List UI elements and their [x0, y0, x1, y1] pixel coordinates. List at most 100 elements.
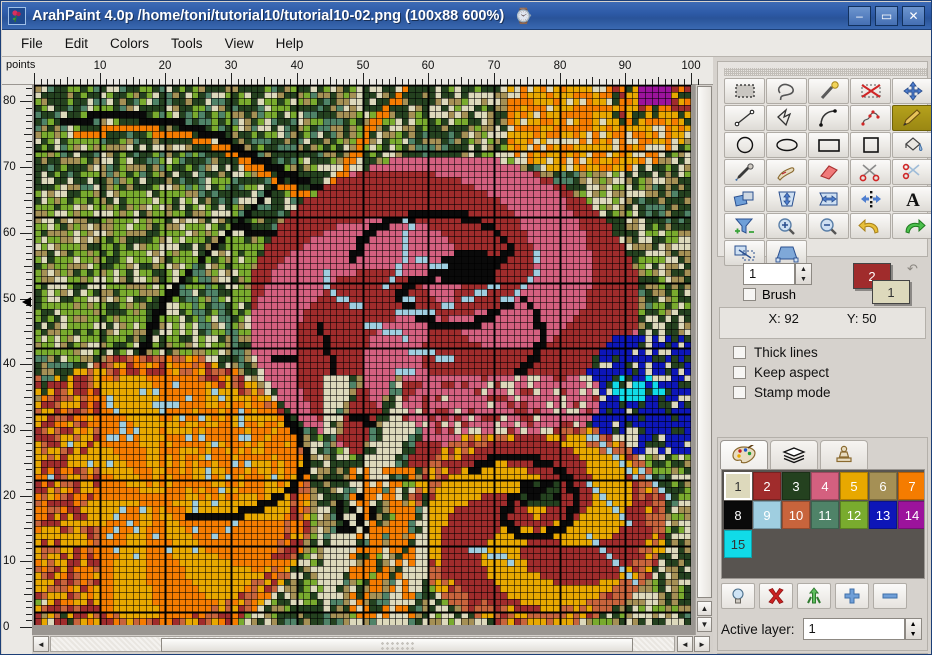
scroll-down-arrow[interactable]: ▼: [697, 617, 712, 632]
vertical-ruler[interactable]: 0 10 20 30 40 50 60 70 80: [2, 85, 32, 654]
color-swatch-6[interactable]: 6: [869, 472, 897, 500]
color-swatch-2[interactable]: 2: [753, 472, 781, 500]
color-swatch-1[interactable]: 1: [724, 472, 752, 500]
text-tool[interactable]: A: [892, 186, 931, 212]
rectangle-select-tool[interactable]: [724, 78, 765, 104]
ellipse-outline-icon: [774, 135, 800, 155]
cut-red-tool[interactable]: [892, 159, 931, 185]
menu-item-view[interactable]: View: [214, 33, 265, 54]
horizontal-scrollbar-track[interactable]: [50, 636, 675, 652]
scroll-right-arrow-b[interactable]: ►: [694, 636, 710, 652]
lasso-select-tool[interactable]: [766, 78, 807, 104]
undo-tool[interactable]: [850, 213, 891, 239]
option-stamp-mode[interactable]: Stamp mode: [733, 385, 928, 400]
color-swatch-8[interactable]: 8: [724, 501, 752, 529]
square-tool[interactable]: [850, 132, 891, 158]
horizontal-scrollbar[interactable]: ◄ ◄ ►: [32, 635, 713, 654]
horizontal-ruler[interactable]: points 10 20 30 40 50 60 70 80 90 100: [2, 57, 713, 85]
color-swatch-10[interactable]: 10: [782, 501, 810, 529]
flip-horizontal-tool[interactable]: [808, 186, 849, 212]
merge-colors-button[interactable]: [797, 583, 831, 609]
brush-size-stepper[interactable]: ▲ ▼: [795, 263, 812, 285]
lightbulb-icon: [732, 588, 744, 604]
deselect-tool[interactable]: [850, 78, 891, 104]
airbrush-tool[interactable]: [766, 159, 807, 185]
background-color-swatch[interactable]: 1: [872, 280, 910, 304]
tool-palette-drag-handle[interactable]: [724, 68, 927, 76]
line-tool[interactable]: [724, 105, 765, 131]
color-swatch-14[interactable]: 14: [898, 501, 924, 529]
ruler-label: 40: [290, 60, 304, 72]
menu-item-help[interactable]: Help: [265, 33, 315, 54]
close-button[interactable]: ✕: [902, 5, 925, 26]
swap-colors-icon[interactable]: ↶: [907, 261, 918, 277]
filter-tool[interactable]: [724, 213, 765, 239]
scroll-up-arrow[interactable]: ▲: [697, 601, 712, 616]
active-layer-stepper[interactable]: ▲ ▼: [904, 618, 922, 640]
copy-transform-tool[interactable]: [724, 186, 765, 212]
color-swatch-13[interactable]: 13: [869, 501, 897, 529]
color-swatch-7[interactable]: 7: [898, 472, 924, 500]
redo-tool[interactable]: [892, 213, 931, 239]
ellipse-tool[interactable]: [766, 132, 807, 158]
active-layer-down-arrow[interactable]: ▼: [906, 629, 921, 639]
rectangle-tool[interactable]: [808, 132, 849, 158]
circle-tool[interactable]: [724, 132, 765, 158]
delete-color-button[interactable]: [759, 583, 793, 609]
thick-lines-checkbox[interactable]: [733, 346, 746, 359]
zoom-out-tool[interactable]: [808, 213, 849, 239]
freehand-path-tool[interactable]: [850, 105, 891, 131]
fill-bucket-tool[interactable]: [892, 132, 931, 158]
move-tool[interactable]: [892, 78, 931, 104]
brush-size-up-arrow[interactable]: ▲: [796, 264, 811, 274]
color-swatch-3[interactable]: 3: [782, 472, 810, 500]
layers-tab[interactable]: [770, 440, 818, 469]
menu-item-file[interactable]: File: [10, 33, 54, 54]
pencil-tool[interactable]: [892, 105, 931, 131]
scroll-left-arrow[interactable]: ◄: [33, 636, 49, 652]
shift-pixels-tool[interactable]: [850, 186, 891, 212]
brush-size-input[interactable]: 1: [743, 263, 795, 285]
color-swatch-9[interactable]: 9: [753, 501, 781, 529]
color-swatch-5[interactable]: 5: [840, 472, 868, 500]
flip-vertical-tool[interactable]: [766, 186, 807, 212]
color-swatch-list[interactable]: 1 2 3 4 5 6 7 8 9 10 11 12 13 14 15: [721, 469, 925, 579]
keep-aspect-checkbox[interactable]: [733, 366, 746, 379]
active-layer-input[interactable]: 1: [802, 618, 905, 640]
menu-item-colors[interactable]: Colors: [99, 33, 160, 54]
zoom-in-tool[interactable]: [766, 213, 807, 239]
stamps-tab[interactable]: [820, 440, 868, 469]
option-thick-lines[interactable]: Thick lines: [733, 345, 928, 360]
pixel-grid[interactable]: [34, 85, 691, 625]
cut-tool[interactable]: [850, 159, 891, 185]
rectangle-select-icon: [732, 81, 758, 101]
pixel-canvas-viewport[interactable]: [32, 85, 695, 637]
color-swatch-4[interactable]: 4: [811, 472, 839, 500]
color-swatch-15[interactable]: 15: [724, 530, 752, 558]
minimize-button[interactable]: –: [848, 5, 871, 26]
vertical-scrollbar-thumb[interactable]: [697, 86, 712, 598]
brush-checkbox-row[interactable]: Brush: [743, 287, 796, 302]
magic-wand-tool[interactable]: [808, 78, 849, 104]
curve-tool[interactable]: [808, 105, 849, 131]
color-picker-tool[interactable]: [724, 159, 765, 185]
remove-color-button[interactable]: [873, 583, 907, 609]
active-layer-up-arrow[interactable]: ▲: [906, 619, 921, 629]
brush-checkbox[interactable]: [743, 288, 756, 301]
stamp-mode-checkbox[interactable]: [733, 386, 746, 399]
brush-size-down-arrow[interactable]: ▼: [796, 274, 811, 284]
menu-item-tools[interactable]: Tools: [160, 33, 214, 54]
colors-tab[interactable]: [720, 440, 768, 469]
add-color-button[interactable]: [835, 583, 869, 609]
horizontal-scrollbar-thumb[interactable]: [161, 638, 633, 652]
color-swatch-12[interactable]: 12: [840, 501, 868, 529]
menu-item-edit[interactable]: Edit: [54, 33, 99, 54]
color-swatch-11[interactable]: 11: [811, 501, 839, 529]
polyline-tool[interactable]: [766, 105, 807, 131]
maximize-button[interactable]: ▭: [875, 5, 898, 26]
eraser-tool[interactable]: [808, 159, 849, 185]
vertical-scrollbar[interactable]: ▲ ▼: [695, 85, 713, 654]
scroll-right-arrow-a[interactable]: ◄: [677, 636, 693, 652]
option-keep-aspect[interactable]: Keep aspect: [733, 365, 928, 380]
color-info-button[interactable]: [721, 583, 755, 609]
